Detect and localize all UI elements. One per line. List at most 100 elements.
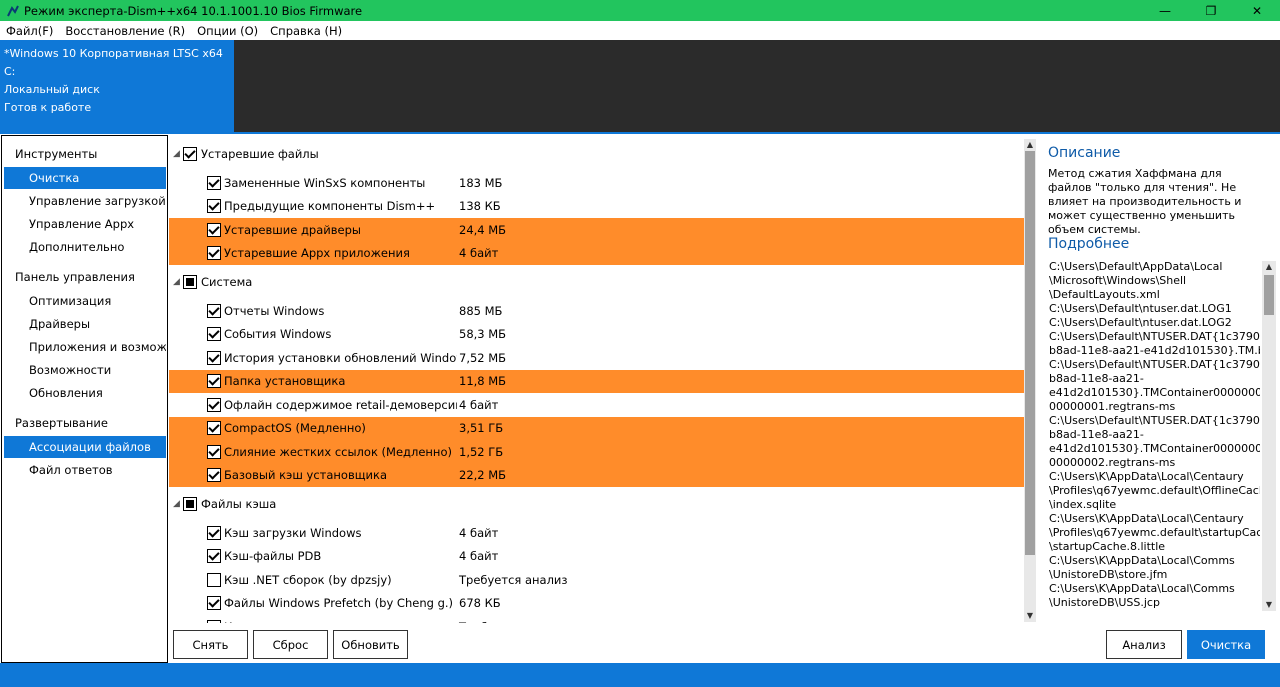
scroll-thumb[interactable] xyxy=(1264,275,1274,315)
item-label: Кэш загрузки Windows xyxy=(224,525,362,540)
details-list: C:\Users\Default\AppData\Local \Microsoft… xyxy=(1049,260,1260,612)
item-checkbox[interactable] xyxy=(207,222,221,237)
list-item[interactable]: Базовый кэш установщика 22,2 МБ xyxy=(169,463,1024,487)
list-scrollbar[interactable]: ▲ ▼ xyxy=(1024,139,1036,622)
scroll-up-icon[interactable]: ▲ xyxy=(1262,261,1276,273)
list-item[interactable]: Устаревшие драйверы 24,4 МБ xyxy=(169,218,1024,242)
sidebar-item-boot-manager[interactable]: Управление загрузкой xyxy=(4,190,166,212)
list-item[interactable]: CompactOS (Медленно) 3,51 ГБ xyxy=(169,416,1024,440)
item-checkbox[interactable] xyxy=(207,525,221,540)
status-bar xyxy=(0,663,1280,687)
scroll-down-icon[interactable]: ▼ xyxy=(1262,599,1276,611)
app-icon xyxy=(6,4,20,18)
item-size: 4 байт xyxy=(459,549,499,564)
menu-file[interactable]: Файл(F) xyxy=(0,24,59,38)
maximize-button[interactable]: ❐ xyxy=(1188,0,1234,21)
close-button[interactable]: ✕ xyxy=(1234,0,1280,21)
sidebar-item-apps[interactable]: Приложения и возможности xyxy=(4,336,166,358)
scroll-up-icon[interactable]: ▲ xyxy=(1024,139,1036,151)
expand-arrow-icon[interactable]: ◢ xyxy=(173,277,183,287)
group-header[interactable]: ◢ Файлы кэша xyxy=(169,487,1024,521)
detail-path-line: C:\Users\Default\AppData\Local xyxy=(1049,260,1223,273)
sidebar-item-file-associations[interactable]: Ассоциации файлов xyxy=(4,436,166,458)
group-checkbox[interactable] xyxy=(183,275,197,289)
item-checkbox[interactable] xyxy=(207,596,221,611)
detail-path-line: b8ad-11e8-aa21-e41d2d101530}.TM.blf xyxy=(1049,344,1260,357)
item-checkbox[interactable] xyxy=(207,246,221,261)
session-info-panel[interactable]: *Windows 10 Корпоративная LTSC x64 C: Ло… xyxy=(0,40,234,132)
menu-bar: Файл(F) Восстановление (R) Опции (O) Спр… xyxy=(0,21,1280,40)
drive-letter: C: xyxy=(4,65,16,78)
detail-path-line: \Microsoft\Windows\Shell xyxy=(1049,274,1187,287)
reset-button[interactable]: Сброс xyxy=(253,630,328,659)
item-checkbox[interactable] xyxy=(207,421,221,436)
list-item[interactable]: Устаревшие Appx приложения 4 байт xyxy=(169,241,1024,265)
item-checkbox[interactable] xyxy=(207,374,221,389)
expand-arrow-icon[interactable]: ◢ xyxy=(173,149,183,159)
list-item[interactable]: Предыдущие компоненты Dism++ 138 КБ xyxy=(169,195,1024,219)
list-item[interactable]: История установки обновлений Windows 7,52… xyxy=(169,346,1024,370)
item-checkbox[interactable] xyxy=(207,468,221,483)
item-checkbox[interactable] xyxy=(207,350,221,365)
group-header[interactable]: ◢ Устаревшие файлы xyxy=(169,137,1024,171)
list-item[interactable]: Отчеты Windows 885 МБ xyxy=(169,299,1024,323)
group-header[interactable]: ◢ Система xyxy=(169,265,1024,299)
detail-path-line: e41d2d101530}.TMContainer000000000000 xyxy=(1049,386,1260,399)
sidebar-section-deployment: Развертывание xyxy=(15,416,108,430)
group-checkbox[interactable] xyxy=(183,147,197,161)
item-checkbox[interactable] xyxy=(207,175,221,190)
item-label: Предыдущие компоненты Dism++ xyxy=(224,199,436,214)
session-area xyxy=(234,40,1280,132)
sidebar-section-control-panel: Панель управления xyxy=(15,270,135,284)
item-size: 1,52 ГБ xyxy=(459,444,504,459)
item-checkbox[interactable] xyxy=(207,303,221,318)
item-checkbox[interactable] xyxy=(207,572,221,587)
detail-path-line: \index.sqlite xyxy=(1049,498,1117,511)
scroll-thumb[interactable] xyxy=(1025,151,1035,555)
sidebar-item-optimization[interactable]: Оптимизация xyxy=(4,290,166,312)
group-label: Файлы кэша xyxy=(201,497,277,511)
item-checkbox[interactable] xyxy=(207,619,221,623)
list-item[interactable]: Замененные WinSxS компоненты 183 МБ xyxy=(169,171,1024,195)
refresh-button[interactable]: Обновить xyxy=(333,630,408,659)
title-bar: Режим эксперта-Dism++x64 10.1.1001.10 Bi… xyxy=(0,0,1280,21)
scroll-down-icon[interactable]: ▼ xyxy=(1024,610,1036,622)
list-item[interactable]: Офлайн содержимое retail-демоверсии Wind… xyxy=(169,393,1024,417)
menu-restore[interactable]: Восстановление (R) xyxy=(59,24,191,38)
list-item[interactable]: Кэш ...Требуется анализ xyxy=(169,615,1024,623)
menu-options[interactable]: Опции (O) xyxy=(191,24,264,38)
item-checkbox[interactable] xyxy=(207,444,221,459)
detail-path-line: 00000001.regtrans-ms xyxy=(1049,400,1176,413)
item-size: Требуется анализ xyxy=(459,572,568,587)
list-item[interactable]: Кэш загрузки Windows 4 байт xyxy=(169,521,1024,545)
item-checkbox[interactable] xyxy=(207,327,221,342)
list-item[interactable]: Кэш .NET сборок (by dpzsjy) Требуется ана… xyxy=(169,568,1024,592)
list-item[interactable]: Папка установщика 11,8 МБ xyxy=(169,369,1024,393)
item-checkbox[interactable] xyxy=(207,397,221,412)
sidebar-item-cleanup[interactable]: Очистка xyxy=(4,167,166,189)
analyze-button[interactable]: Анализ xyxy=(1106,630,1182,659)
details-title: Подробнее xyxy=(1048,236,1130,252)
sidebar-item-appx[interactable]: Управление Appx xyxy=(4,213,166,235)
sidebar-item-drivers[interactable]: Драйверы xyxy=(4,313,166,335)
item-checkbox[interactable] xyxy=(207,199,221,214)
sidebar-item-advanced[interactable]: Дополнительно xyxy=(4,236,166,258)
menu-help[interactable]: Справка (H) xyxy=(264,24,348,38)
sidebar-item-answer-file[interactable]: Файл ответов xyxy=(4,459,166,481)
expand-arrow-icon[interactable]: ◢ xyxy=(173,499,183,509)
detail-path-line: C:\Users\Default\ntuser.dat.LOG1 xyxy=(1049,302,1232,315)
list-item[interactable]: Кэш-файлы PDB 4 байт xyxy=(169,545,1024,569)
detail-path-line: C:\Users\Default\ntuser.dat.LOG2 xyxy=(1049,316,1232,329)
list-item[interactable]: События Windows 58,3 МБ xyxy=(169,323,1024,347)
item-checkbox[interactable] xyxy=(207,549,221,564)
sidebar-item-updates[interactable]: Обновления xyxy=(4,382,166,404)
minimize-button[interactable]: — xyxy=(1142,0,1188,21)
uncheck-button[interactable]: Снять xyxy=(173,630,248,659)
details-scrollbar[interactable]: ▲ ▼ xyxy=(1262,261,1276,611)
list-item[interactable]: Файлы Windows Prefetch (by Cheng g.) 678 … xyxy=(169,592,1024,616)
clean-button[interactable]: Очистка xyxy=(1187,630,1265,659)
group-checkbox[interactable] xyxy=(183,497,197,511)
sidebar-item-features[interactable]: Возможности xyxy=(4,359,166,381)
list-item[interactable]: Слияние жестких ссылок (Медленно) 1,52 ГБ xyxy=(169,440,1024,464)
detail-path-line: C:\Users\Default\NTUSER.DAT{1c3790b4- xyxy=(1049,330,1260,343)
